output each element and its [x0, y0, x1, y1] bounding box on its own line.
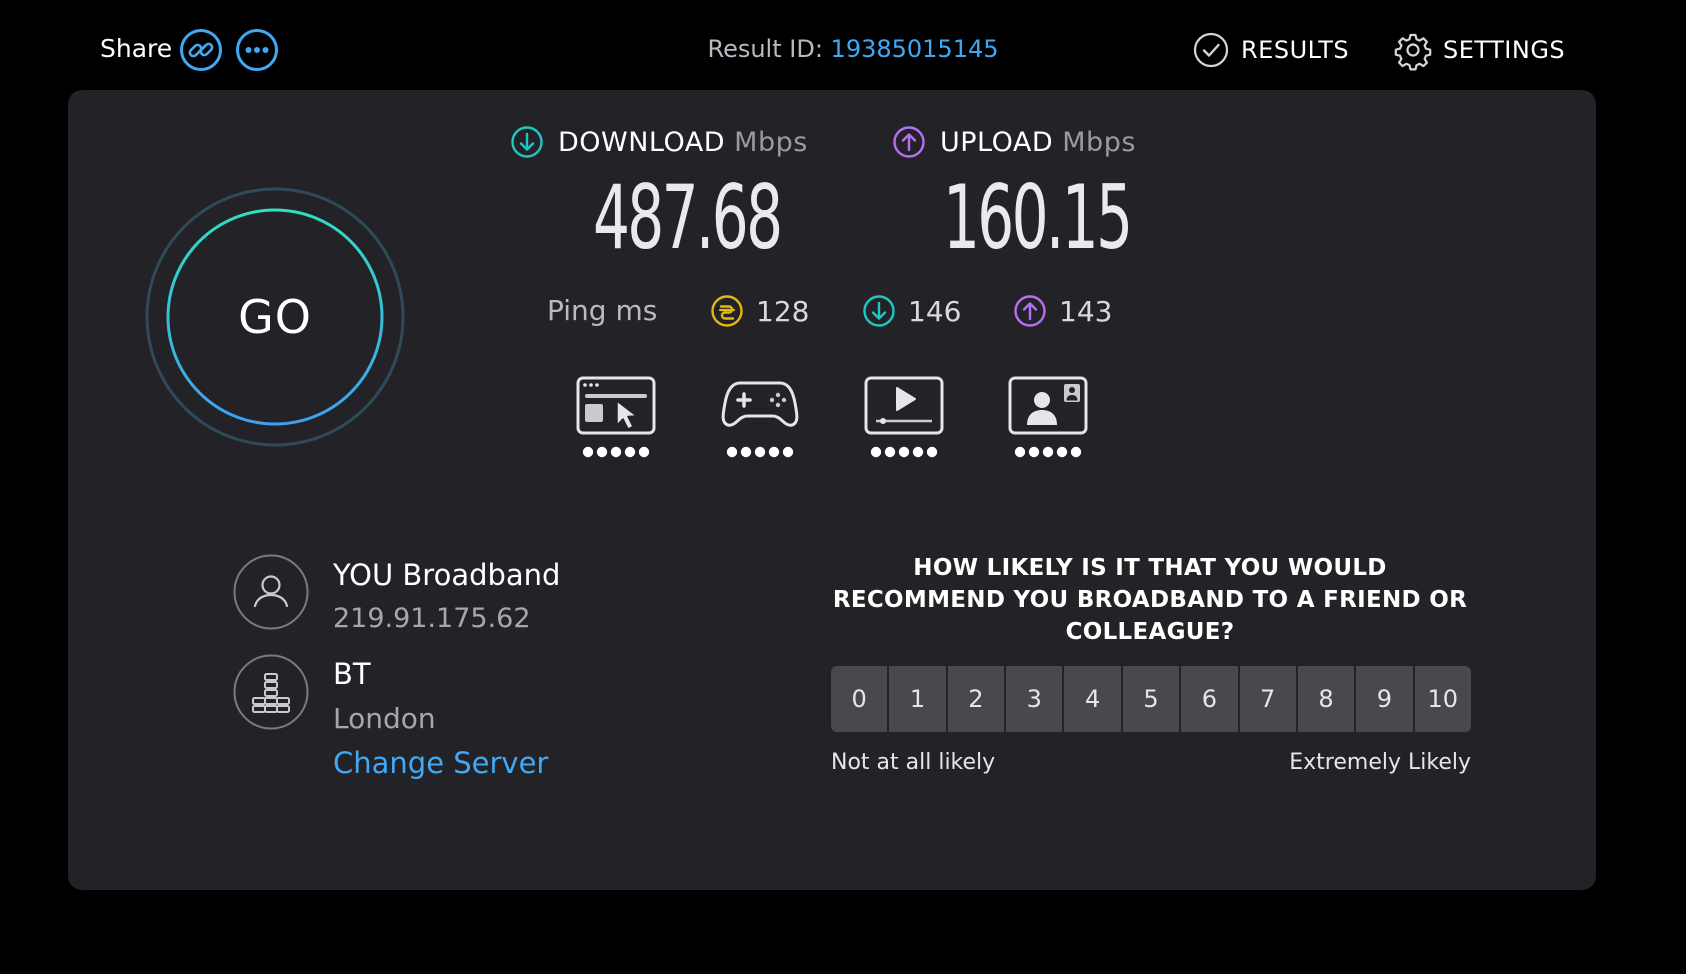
scale-high-label: Extremely Likely [1289, 750, 1471, 775]
rating-option-0[interactable]: 0 [831, 666, 888, 732]
isp-name: YOU Broadband [333, 558, 561, 592]
upload-heading: UPLOAD Mbps [892, 124, 1136, 160]
gaming-icon [721, 381, 799, 458]
rating-dots [726, 446, 794, 458]
rating-dot [610, 446, 622, 458]
change-server-link[interactable]: Change Server [333, 744, 548, 782]
result-id-link[interactable]: 19385015145 [831, 35, 999, 63]
rating-dot [1028, 446, 1040, 458]
ping-title: Ping [547, 294, 607, 327]
rating-scale: 0 1 2 3 4 5 6 7 8 9 10 [831, 666, 1471, 732]
upload-unit: Mbps [1062, 126, 1136, 158]
rating-dot [740, 446, 752, 458]
ping-upload[interactable]: 143 [1013, 293, 1112, 329]
check-circle-icon [1193, 32, 1229, 68]
user-icon [233, 554, 309, 630]
results-label: RESULTS [1241, 36, 1350, 64]
result-id-label: Result ID: [707, 35, 823, 63]
server-location: London [333, 702, 436, 735]
rating-option-6[interactable]: 6 [1181, 666, 1238, 732]
rating-dot [898, 446, 910, 458]
download-heading: DOWNLOAD Mbps [510, 124, 808, 160]
gaming-quality[interactable] [715, 373, 805, 463]
server-name: BT [333, 657, 371, 691]
rating-option-4[interactable]: 4 [1064, 666, 1121, 732]
video-streaming-icon [864, 376, 944, 458]
upload-arrow-icon [893, 126, 925, 158]
ping-idle[interactable]: 128 [710, 293, 809, 329]
go-ring [145, 187, 405, 447]
server-icon [233, 654, 309, 730]
server-avatar [233, 654, 309, 730]
isp-avatar [233, 554, 309, 630]
ping-idle-value: 128 [756, 294, 810, 328]
download-arrow-icon [511, 126, 543, 158]
survey-question: HOW LIKELY IS IT THAT YOU WOULD RECOMMEN… [832, 555, 1468, 645]
rating-dot [782, 446, 794, 458]
isp-ip-address: 219.91.175.62 [333, 603, 531, 634]
idle-latency-icon [711, 295, 743, 327]
upload-speed-value: 160.15 [943, 166, 1133, 269]
rating-option-9[interactable]: 9 [1356, 666, 1413, 732]
rating-dot [1056, 446, 1068, 458]
rating-dot [726, 446, 738, 458]
ping-label: Ping ms [547, 293, 657, 329]
rating-dot [624, 446, 636, 458]
rating-dot [768, 446, 780, 458]
rating-dots [582, 446, 650, 458]
rating-dot [1042, 446, 1054, 458]
upload-arrow-icon [1014, 295, 1046, 327]
rating-dot [884, 446, 896, 458]
rating-dots [1014, 446, 1082, 458]
download-label: DOWNLOAD [558, 126, 726, 158]
download-unit: Mbps [734, 126, 808, 158]
rating-dot [1070, 446, 1082, 458]
web-browsing-quality[interactable] [571, 373, 661, 463]
rating-dot [870, 446, 882, 458]
ping-upload-value: 143 [1059, 294, 1113, 328]
download-arrow-icon [863, 295, 895, 327]
rating-option-7[interactable]: 7 [1239, 666, 1296, 732]
rating-dot [638, 446, 650, 458]
ping-download-value: 146 [908, 294, 962, 328]
settings-label: SETTINGS [1443, 36, 1566, 64]
gear-icon [1394, 33, 1432, 71]
ping-download[interactable]: 146 [862, 293, 961, 329]
rating-dots [870, 446, 938, 458]
rating-dot [912, 446, 924, 458]
video-chat-icon [1008, 376, 1088, 458]
go-button[interactable] [145, 187, 405, 447]
rating-dot [926, 446, 938, 458]
rating-option-1[interactable]: 1 [889, 666, 946, 732]
download-speed-value: 487.68 [593, 166, 783, 269]
video-streaming-quality[interactable] [859, 373, 949, 463]
rating-option-10[interactable]: 10 [1414, 666, 1471, 732]
settings-button[interactable]: SETTINGS [1394, 28, 1566, 72]
ping-unit: ms [615, 294, 658, 327]
rating-dot [596, 446, 608, 458]
results-button[interactable]: RESULTS [1193, 28, 1349, 72]
rating-option-5[interactable]: 5 [1122, 666, 1180, 732]
web-browsing-icon [576, 376, 656, 458]
rating-option-3[interactable]: 3 [1006, 666, 1063, 732]
rating-option-8[interactable]: 8 [1297, 666, 1355, 732]
scale-low-label: Not at all likely [831, 750, 996, 775]
video-chat-quality[interactable] [1003, 373, 1093, 463]
rating-dot [582, 446, 594, 458]
rating-dot [1014, 446, 1026, 458]
rating-dot [754, 446, 766, 458]
rating-option-2[interactable]: 2 [947, 666, 1005, 732]
upload-label: UPLOAD [940, 126, 1054, 158]
